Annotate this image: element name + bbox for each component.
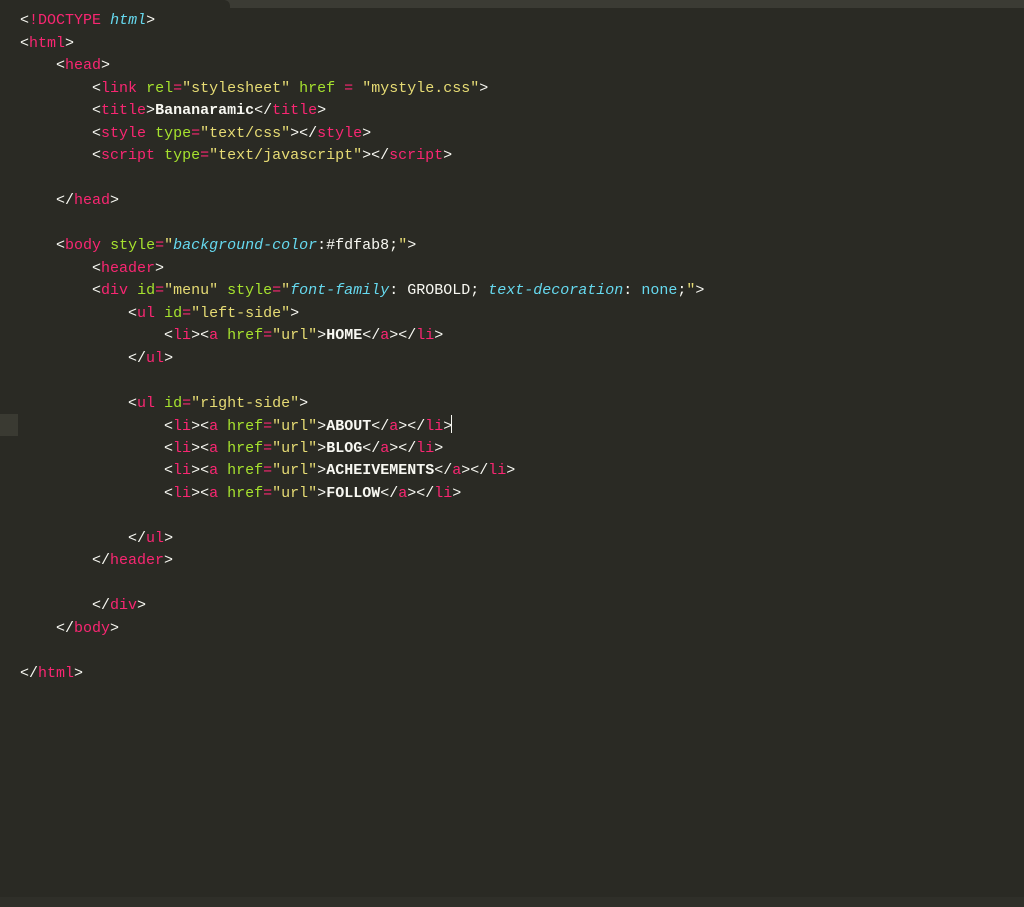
code-line[interactable] [20,213,1024,236]
code-line[interactable]: <!DOCTYPE html> [20,10,1024,33]
code-line[interactable]: </header> [20,550,1024,573]
code-line[interactable] [20,640,1024,663]
code-line[interactable]: </head> [20,190,1024,213]
code-line[interactable]: </ul> [20,528,1024,551]
code-line[interactable] [20,573,1024,596]
code-line[interactable]: <div id="menu" style="font-family: GROBO… [20,280,1024,303]
code-line[interactable]: <li><a href="url">ACHEIVEMENTS</a></li> [20,460,1024,483]
code-line[interactable]: <ul id="right-side"> [20,393,1024,416]
code-line[interactable]: <li><a href="url">FOLLOW</a></li> [20,483,1024,506]
code-line[interactable]: </html> [20,663,1024,686]
active-tab[interactable] [0,0,230,8]
code-line[interactable]: <script type="text/javascript"></script> [20,145,1024,168]
code-line[interactable]: <style type="text/css"></style> [20,123,1024,146]
code-line[interactable]: <header> [20,258,1024,281]
gutter-highlight [0,414,18,436]
code-line[interactable] [20,370,1024,393]
code-line[interactable]: <body style="background-color:#fdfab8;"> [20,235,1024,258]
code-line[interactable]: <head> [20,55,1024,78]
code-line[interactable]: <li><a href="url">HOME</a></li> [20,325,1024,348]
text-cursor [451,415,452,433]
code-line[interactable] [20,505,1024,528]
code-line[interactable]: <title>Bananaramic</title> [20,100,1024,123]
code-line[interactable]: <html> [20,33,1024,56]
code-line[interactable]: </ul> [20,348,1024,371]
code-line[interactable]: <li><a href="url">BLOG</a></li> [20,438,1024,461]
code-editor[interactable]: <!DOCTYPE html><html> <head> <link rel="… [20,10,1024,685]
code-line[interactable]: </div> [20,595,1024,618]
horizontal-scrollbar[interactable] [0,897,1024,907]
code-line[interactable]: <li><a href="url">ABOUT</a></li> [20,415,1024,438]
code-line[interactable] [20,168,1024,191]
code-line[interactable]: <ul id="left-side"> [20,303,1024,326]
code-line[interactable]: <link rel="stylesheet" href = "mystyle.c… [20,78,1024,101]
code-line[interactable]: </body> [20,618,1024,641]
